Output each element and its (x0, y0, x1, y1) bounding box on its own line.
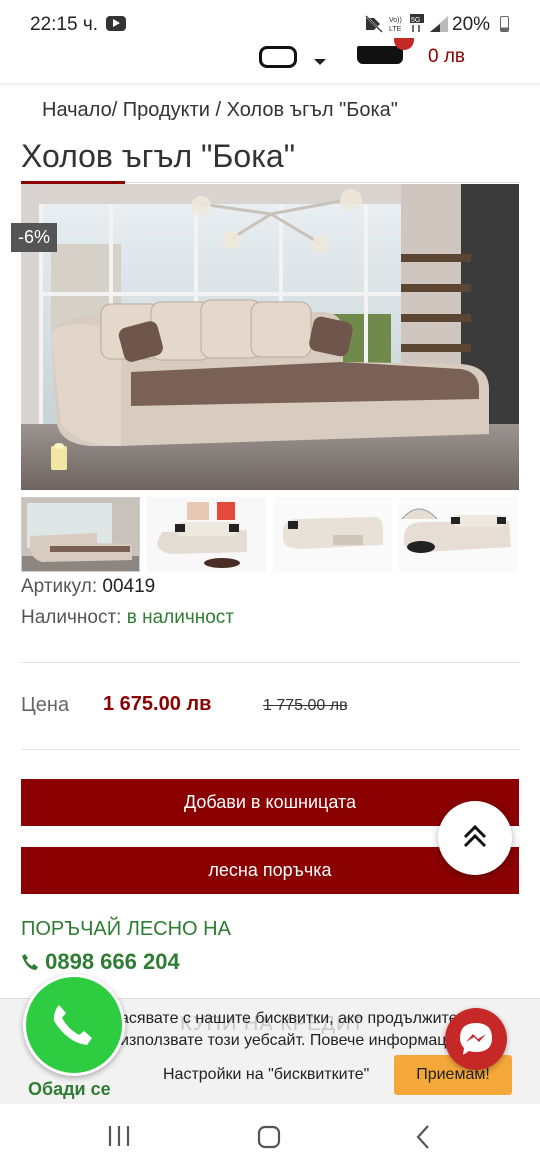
phone-icon (53, 1005, 92, 1045)
svg-text:5G: 5G (411, 17, 420, 24)
cookie-settings-link[interactable]: Настройки на "бисквитките" (163, 1066, 369, 1084)
account-icon[interactable] (259, 46, 297, 68)
thumbnail-3-photo (273, 497, 392, 572)
sku-row: Артикул: 00419 (21, 576, 155, 598)
messenger-button[interactable] (445, 1008, 507, 1070)
thumbnail-2-photo (147, 497, 266, 572)
cart-icon[interactable] (357, 46, 403, 64)
thumbnail-4[interactable] (399, 497, 518, 572)
stock-label: Наличност: (21, 607, 122, 628)
sofa-photo (21, 184, 519, 490)
breadcrumb[interactable]: Начало/ Продукти / Холов ъгъл "Бока" (42, 99, 398, 122)
site-header: 0 лв (0, 38, 540, 84)
product-title: Холов ъгъл "Бока" (21, 138, 296, 174)
product-main-image[interactable] (21, 184, 519, 490)
price-current: 1 675.00 лв (103, 693, 212, 715)
phone-icon (22, 954, 38, 970)
price-old: 1 775.00 лв (263, 697, 348, 714)
signal-icons: Vo)) LTE 5G (365, 14, 448, 33)
messenger-icon (460, 1023, 492, 1055)
thumbnail-3[interactable] (273, 497, 392, 572)
discount-badge: -6% (11, 223, 57, 252)
battery-percentage: 20% (452, 14, 491, 35)
scroll-to-top-button[interactable] (438, 801, 512, 875)
cart-total[interactable]: 0 лв (428, 46, 465, 68)
price-label: Цена (21, 694, 70, 716)
phone-link[interactable]: 0898 666 204 (21, 949, 180, 975)
battery-icon (500, 16, 509, 32)
back-icon (416, 1125, 429, 1149)
thumbnail-1[interactable] (21, 497, 140, 572)
home-icon (257, 1125, 281, 1149)
title-divider (125, 182, 520, 183)
youtube-notification-icon (106, 16, 126, 31)
call-label[interactable]: Обади се (28, 1079, 111, 1100)
thumbnail-1-photo (22, 498, 139, 571)
android-navigation-bar (0, 1104, 540, 1170)
divider (21, 662, 519, 663)
network-status-icons: Vo)) LTE 5G (364, 14, 450, 37)
divider (21, 749, 519, 750)
order-easy-heading: ПОРЪЧАЙ ЛЕСНО НА (21, 918, 231, 940)
sku-value: 00419 (102, 576, 156, 597)
status-time: 22:15 ч. (30, 14, 99, 35)
nav-icons (108, 1125, 429, 1149)
phone-number[interactable]: 0898 666 204 (45, 949, 180, 974)
stock-value: в наличност (126, 607, 235, 628)
svg-text:Vo)): Vo)) (389, 17, 402, 24)
svg-text:LTE: LTE (389, 26, 402, 33)
thumbnail-2[interactable] (147, 497, 266, 572)
status-bar: 22:15 ч. Vo)) LTE 5G 20% (0, 0, 540, 46)
call-button[interactable] (23, 974, 125, 1076)
recent-apps-icon (108, 1126, 130, 1146)
double-chevron-up-icon (463, 824, 487, 848)
thumbnail-4-photo (399, 497, 518, 572)
sku-label: Артикул: (21, 576, 98, 597)
chevron-down-icon[interactable] (314, 59, 326, 65)
stock-row: Наличност: в наличност (21, 607, 234, 629)
